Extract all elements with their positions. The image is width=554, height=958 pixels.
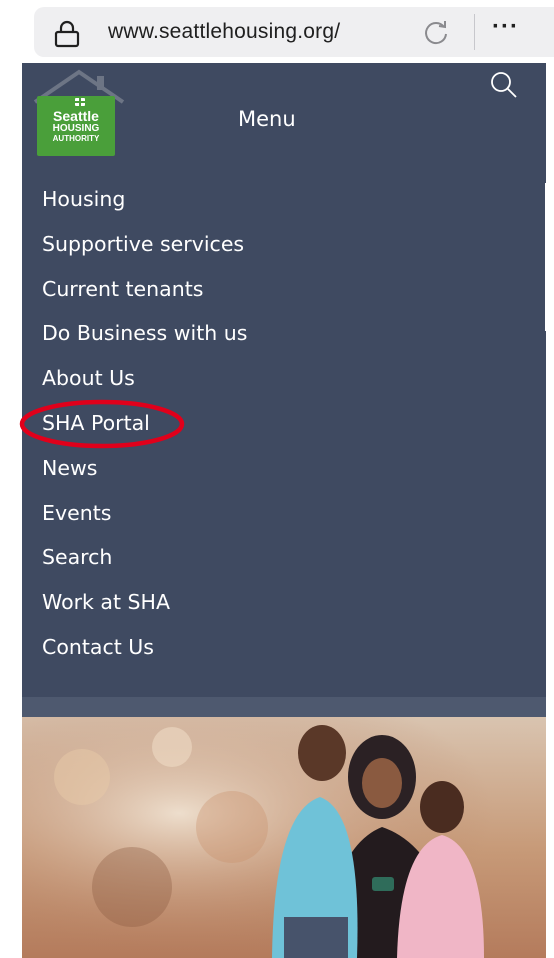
menu-item-contact-us[interactable]: Contact Us (42, 631, 247, 676)
logo-window-icon (75, 98, 85, 106)
highlight-circle (19, 399, 185, 449)
hero-photo (22, 717, 546, 958)
menu-item-current-tenants[interactable]: Current tenants (42, 273, 247, 318)
menu-edge-line (545, 183, 547, 331)
reload-icon[interactable] (422, 18, 450, 46)
more-icon[interactable]: ··· (492, 13, 519, 41)
menu-item-do-business[interactable]: Do Business with us (42, 317, 247, 362)
menu-item-housing[interactable]: Housing (42, 183, 247, 228)
logo-text-housing: HOUSING (52, 123, 100, 134)
address-bar[interactable]: www.seattlehousing.org/ ··· (34, 7, 554, 57)
menu-title: Menu (238, 107, 296, 131)
logo-text-authority: AUTHORITY (52, 134, 100, 143)
logo-text-seattle: Seattle (53, 108, 99, 124)
menu-item-work-at-sha[interactable]: Work at SHA (42, 586, 247, 631)
toolbar-divider (474, 14, 475, 50)
lock-icon (54, 20, 80, 48)
search-icon[interactable] (488, 69, 520, 101)
menu-item-supportive-services[interactable]: Supportive services (42, 228, 247, 273)
menu-item-events[interactable]: Events (42, 497, 247, 542)
family-photo-illustration (22, 717, 546, 958)
menu-item-search[interactable]: Search (42, 541, 247, 586)
url-text[interactable]: www.seattlehousing.org/ (108, 20, 340, 44)
menu-footer-strip (22, 697, 546, 717)
site-menu: Seattle HOUSING AUTHORITY Menu Housing S… (22, 63, 546, 697)
menu-item-news[interactable]: News (42, 452, 247, 497)
sha-logo[interactable]: Seattle HOUSING AUTHORITY (31, 68, 127, 160)
